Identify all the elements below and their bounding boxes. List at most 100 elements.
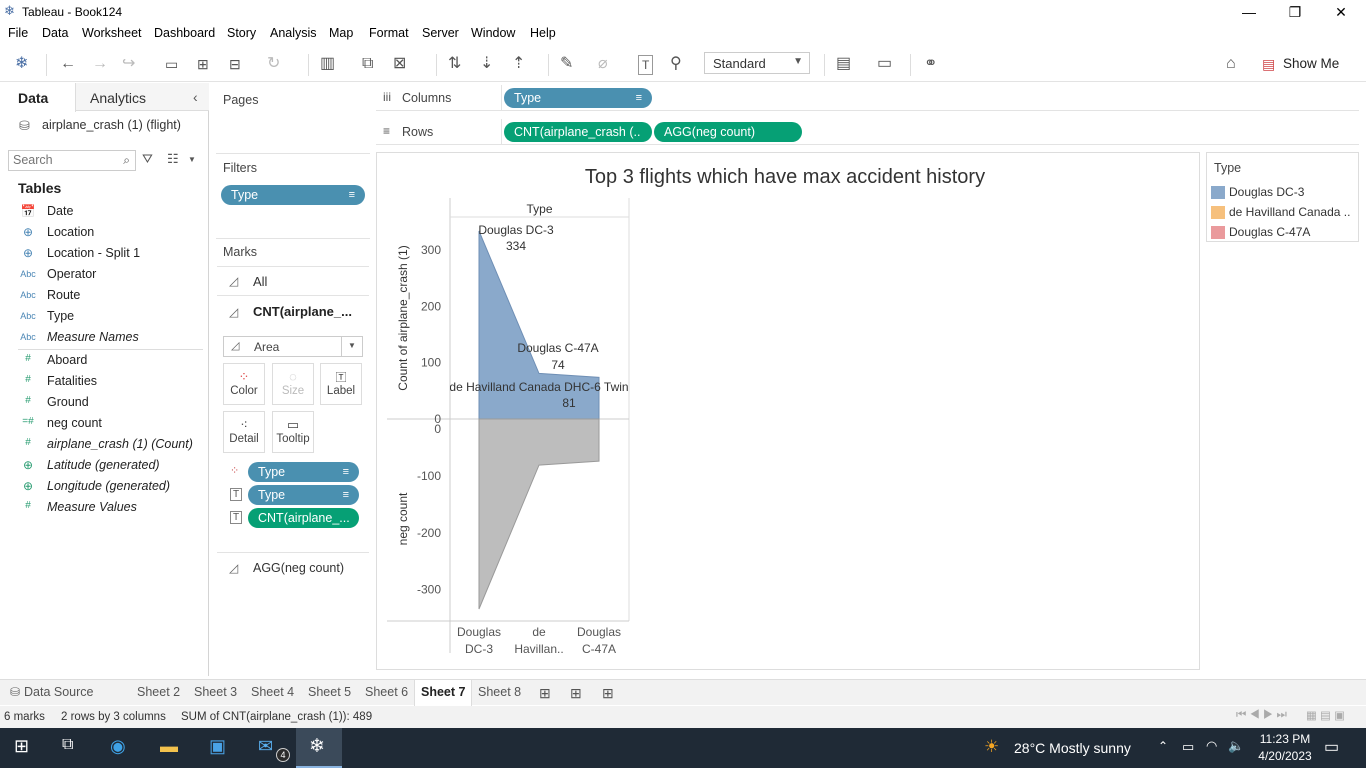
fit-width-icon[interactable]: ▤ bbox=[836, 55, 851, 73]
clock-date[interactable]: 4/20/2023 bbox=[1255, 749, 1315, 763]
new-datasource-icon[interactable]: ⊞ bbox=[197, 55, 209, 73]
swap-rows-columns-icon[interactable]: ⇅ bbox=[448, 55, 461, 73]
menu-window[interactable]: Window bbox=[471, 26, 515, 40]
menu-data[interactable]: Data bbox=[42, 26, 68, 40]
minimize-button[interactable]: — bbox=[1226, 2, 1272, 22]
pages-shelf[interactable]: Pages bbox=[216, 86, 370, 146]
field-measure-values[interactable]: # Measure Values bbox=[0, 497, 209, 518]
redo-icon[interactable]: → bbox=[92, 55, 108, 73]
duplicate-sheet-icon[interactable]: ⧉ bbox=[362, 55, 373, 73]
marks-tab-all[interactable]: ◿ All bbox=[217, 266, 369, 296]
rows-pill-agg[interactable]: AGG(neg count) bbox=[654, 122, 802, 142]
highlight-icon[interactable]: ✎ bbox=[560, 55, 573, 73]
menu-analysis[interactable]: Analysis bbox=[270, 26, 317, 40]
field-operator[interactable]: Abc Operator bbox=[0, 264, 209, 285]
tab-analytics[interactable]: Analytics bbox=[90, 90, 146, 106]
tab-sheet-2[interactable]: Sheet 2 bbox=[137, 685, 180, 699]
file-explorer-icon[interactable]: ▬ bbox=[160, 736, 178, 757]
edge-icon[interactable]: ◉ bbox=[110, 736, 126, 757]
field-measure-names[interactable]: Abc Measure Names bbox=[0, 327, 209, 348]
new-story-icon[interactable]: ⊞ bbox=[602, 685, 614, 702]
mark-type-select[interactable]: ◿ Area ▼ bbox=[223, 336, 363, 357]
field-airplane-crash-1-count-[interactable]: # airplane_crash (1) (Count) bbox=[0, 434, 209, 455]
menu-file[interactable]: File bbox=[8, 26, 28, 40]
field-fatalities[interactable]: # Fatalities bbox=[0, 371, 209, 392]
menu-story[interactable]: Story bbox=[227, 26, 256, 40]
field-latitude-generated-[interactable]: ⊕ Latitude (generated) bbox=[0, 455, 209, 476]
windows-start-icon[interactable]: ⊞ bbox=[14, 736, 29, 757]
menu-server[interactable]: Server bbox=[422, 26, 459, 40]
menu-worksheet[interactable]: Worksheet bbox=[82, 26, 142, 40]
pause-updates-icon[interactable]: ⊟ bbox=[229, 55, 241, 73]
marks-tab-agg[interactable]: ◿ AGG(neg count) bbox=[217, 552, 369, 584]
new-worksheet-icon[interactable]: ⊞ bbox=[539, 685, 551, 702]
chevron-down-icon[interactable]: ▼ bbox=[188, 155, 196, 164]
tableau-taskbar-button[interactable]: ❄ bbox=[296, 728, 342, 768]
replay-icon[interactable]: ↪ bbox=[122, 55, 135, 73]
new-worksheet-icon[interactable]: ▥ bbox=[320, 55, 335, 73]
sheet-nav-icons[interactable]: ⏮ ◀ ▶ ⏭ bbox=[1236, 709, 1287, 722]
save-icon[interactable]: ▭ bbox=[165, 55, 178, 73]
tooltip-button[interactable]: ▭ Tooltip bbox=[272, 411, 314, 453]
fit-select[interactable]: Standard ▼ bbox=[704, 52, 810, 74]
field-aboard[interactable]: # Aboard bbox=[0, 350, 209, 371]
legend-item[interactable]: Douglas C-47A bbox=[1211, 224, 1356, 242]
format-painter-icon[interactable]: ⌂ bbox=[1226, 55, 1236, 73]
tab-data-source[interactable]: Data Source bbox=[24, 685, 93, 699]
show-mark-labels-icon[interactable]: T bbox=[638, 55, 654, 75]
datasource-name[interactable]: airplane_crash (1) (flight) bbox=[42, 118, 181, 132]
sort-ascending-icon[interactable]: ⇣ bbox=[480, 55, 493, 73]
share-icon[interactable]: ⚭ bbox=[924, 55, 937, 73]
fix-axes-icon[interactable]: ⚲ bbox=[670, 55, 682, 73]
field-neg-count[interactable]: =# neg count bbox=[0, 413, 209, 434]
rows-shelf[interactable]: ≡ Rows CNT(airplane_crash (.. AGG(neg co… bbox=[376, 119, 1359, 145]
clear-sheet-icon[interactable]: ⊠ bbox=[393, 55, 406, 73]
tab-sheet-3[interactable]: Sheet 3 bbox=[194, 685, 237, 699]
wifi-icon[interactable]: ◠ bbox=[1206, 738, 1217, 754]
tableau-home-icon[interactable]: ❄ bbox=[15, 55, 28, 73]
label-button[interactable]: 🅃 Label bbox=[320, 363, 362, 405]
menu-map[interactable]: Map bbox=[329, 26, 353, 40]
field-longitude-generated-[interactable]: ⊕ Longitude (generated) bbox=[0, 476, 209, 497]
group-members-icon[interactable]: ⌀ bbox=[598, 55, 608, 73]
field-date[interactable]: 📅 Date bbox=[0, 201, 209, 222]
refresh-icon[interactable]: ↻ bbox=[267, 55, 280, 73]
mail-icon[interactable]: ✉ bbox=[258, 736, 273, 757]
size-button[interactable]: ◌ Size bbox=[272, 363, 314, 405]
volume-icon[interactable]: 🔈 bbox=[1228, 738, 1244, 754]
filters-shelf[interactable]: Filters Type ≡ bbox=[216, 154, 370, 232]
field-route[interactable]: Abc Route bbox=[0, 285, 209, 306]
tab-sheet-6[interactable]: Sheet 6 bbox=[365, 685, 408, 699]
columns-pill-type[interactable]: Type ≡ bbox=[504, 88, 652, 108]
legend-item[interactable]: Douglas DC-3 bbox=[1211, 184, 1356, 202]
show-me-button[interactable]: Show Me bbox=[1283, 56, 1339, 71]
columns-shelf[interactable]: iii Columns Type ≡ bbox=[376, 85, 1359, 111]
restore-button[interactable]: ❐ bbox=[1272, 2, 1318, 22]
menu-dashboard[interactable]: Dashboard bbox=[154, 26, 215, 40]
undo-icon[interactable]: ← bbox=[60, 55, 76, 73]
color-button[interactable]: ⁘ Color bbox=[223, 363, 265, 405]
tab-sheet-4[interactable]: Sheet 4 bbox=[251, 685, 294, 699]
sort-descending-icon[interactable]: ⇡ bbox=[512, 55, 525, 73]
field-type[interactable]: Abc Type bbox=[0, 306, 209, 327]
field-location[interactable]: ⊕ Location bbox=[0, 222, 209, 243]
field-ground[interactable]: # Ground bbox=[0, 392, 209, 413]
filter-icon[interactable]: ⛛ bbox=[142, 151, 153, 167]
legend-item[interactable]: de Havilland Canada .. bbox=[1211, 204, 1356, 222]
menu-format[interactable]: Format bbox=[369, 26, 409, 40]
filter-pill-type[interactable]: Type ≡ bbox=[221, 185, 365, 205]
marks-pill-color-type[interactable]: Type ≡ bbox=[248, 462, 359, 482]
show-me-icon[interactable]: ▤ bbox=[1262, 55, 1275, 73]
marks-tab-cnt[interactable]: ◿ CNT(airplane_... bbox=[217, 298, 369, 328]
tab-sheet-7[interactable]: Sheet 7 bbox=[414, 680, 473, 706]
task-view-icon[interactable]: ⧉ bbox=[62, 736, 73, 754]
weather-text[interactable]: 28°C Mostly sunny bbox=[1014, 740, 1131, 756]
search-input[interactable]: ⌕ bbox=[8, 150, 136, 171]
view-toggle-icons[interactable]: ▦ ▤ ▣ bbox=[1306, 708, 1345, 722]
clock-time[interactable]: 11:23 PM bbox=[1258, 732, 1312, 746]
battery-icon[interactable]: ▭ bbox=[1182, 739, 1194, 755]
detail-button[interactable]: ⁖ Detail bbox=[223, 411, 265, 453]
tab-sheet-8[interactable]: Sheet 8 bbox=[478, 685, 521, 699]
tray-chevron-icon[interactable]: ⌃ bbox=[1158, 739, 1168, 753]
new-dashboard-icon[interactable]: ⊞ bbox=[570, 685, 582, 702]
